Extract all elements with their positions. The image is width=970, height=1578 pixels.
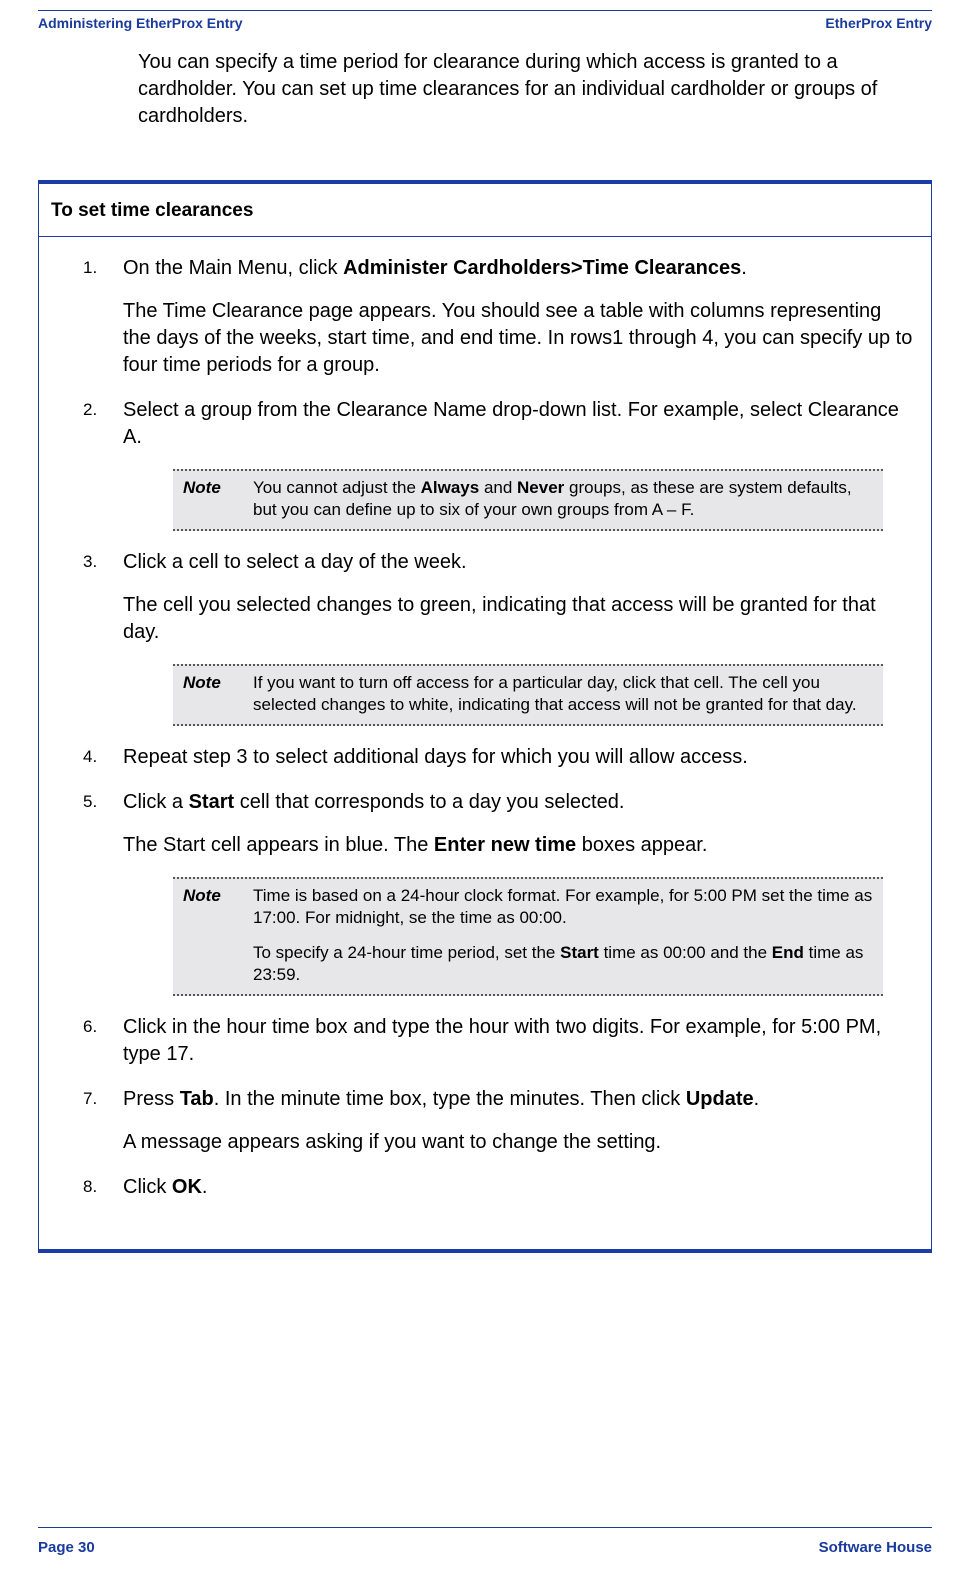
note5-extra-pre: To specify a 24-hour time period, set th… (253, 943, 560, 962)
step-4: Repeat step 3 to select additional days … (123, 744, 913, 771)
step-4-text: Repeat step 3 to select additional days … (123, 746, 748, 768)
step-5-para: The Start cell appears in blue. The Ente… (123, 832, 913, 859)
step-7-mid: . In the minute time box, type the minut… (214, 1088, 686, 1110)
header-right: EtherProx Entry (825, 15, 932, 31)
step-6: Click in the hour time box and type the … (123, 1014, 913, 1068)
step-8-pre: Click (123, 1176, 172, 1198)
step-2: Select a group from the Clearance Name d… (123, 397, 913, 531)
note5-extra: To specify a 24-hour time period, set th… (253, 942, 873, 986)
note5-extra-b1: Start (560, 943, 599, 962)
step-7-pre: Press (123, 1088, 180, 1110)
step-5-note-text: Time is based on a 24-hour clock format.… (253, 885, 873, 985)
page-footer: Page 30 Software House (38, 1539, 932, 1556)
intro-paragraph: You can specify a time period for cleara… (138, 49, 932, 130)
step-2-note: Note You cannot adjust the Always and Ne… (173, 469, 883, 531)
procedure-box: To set time clearances On the Main Menu,… (38, 180, 932, 1253)
procedure-body: On the Main Menu, click Administer Cardh… (39, 237, 931, 1249)
step-7-post: . (754, 1088, 760, 1110)
step-5-para-bold: Enter new time (434, 834, 576, 856)
step-2-note-text: You cannot adjust the Always and Never g… (253, 477, 873, 521)
step-7: Press Tab. In the minute time box, type … (123, 1086, 913, 1156)
step-5-post: cell that corresponds to a day you selec… (234, 791, 624, 813)
step-3-note-text: If you want to turn off access for a par… (253, 672, 873, 716)
step-6-text: Click in the hour time box and type the … (123, 1016, 881, 1065)
note-label: Note (183, 885, 253, 985)
step-5-bold: Start (189, 791, 235, 813)
note2-mid: and (479, 478, 517, 497)
note2-b1: Always (421, 478, 480, 497)
step-2-text: Select a group from the Clearance Name d… (123, 399, 899, 448)
note5-extra-b2: End (772, 943, 804, 962)
step-7-para: A message appears asking if you want to … (123, 1129, 913, 1156)
step-5-pre: Click a (123, 791, 189, 813)
note-label: Note (183, 477, 253, 521)
step-8-b1: OK (172, 1176, 202, 1198)
note2-pre: You cannot adjust the (253, 478, 421, 497)
step-3: Click a cell to select a day of the week… (123, 549, 913, 726)
step-5-note: Note Time is based on a 24-hour clock fo… (173, 877, 883, 995)
step-3-text: Click a cell to select a day of the week… (123, 551, 467, 573)
step-1-bold: Administer Cardholders>Time Clearances (343, 257, 741, 279)
step-3-note: Note If you want to turn off access for … (173, 664, 883, 726)
step-7-b2: Update (686, 1088, 754, 1110)
step-1: On the Main Menu, click Administer Cardh… (123, 255, 913, 379)
step-5: Click a Start cell that corresponds to a… (123, 789, 913, 995)
procedure-title: To set time clearances (39, 184, 931, 237)
note2-b2: Never (517, 478, 564, 497)
step-1-text-pre: On the Main Menu, click (123, 257, 343, 279)
step-5-para-pre: The Start cell appears in blue. The (123, 834, 434, 856)
step-8-post: . (202, 1176, 208, 1198)
note5-extra-mid: time as 00:00 and the (599, 943, 772, 962)
steps-list: On the Main Menu, click Administer Cardh… (57, 255, 913, 1201)
step-7-b1: Tab (180, 1088, 214, 1110)
footer-rule (38, 1527, 932, 1528)
page-header: Administering EtherProx Entry EtherProx … (38, 15, 932, 31)
step-5-para-post: boxes appear. (576, 834, 707, 856)
note-label: Note (183, 672, 253, 716)
step-3-para: The cell you selected changes to green, … (123, 592, 913, 646)
step-1-text-post: . (741, 257, 747, 279)
step-1-para: The Time Clearance page appears. You sho… (123, 298, 913, 379)
header-left: Administering EtherProx Entry (38, 15, 243, 31)
note5-main: Time is based on a 24-hour clock format.… (253, 886, 872, 927)
top-rule (38, 10, 932, 11)
footer-right: Software House (819, 1539, 932, 1556)
footer-left: Page 30 (38, 1539, 95, 1556)
step-8: Click OK. (123, 1174, 913, 1201)
